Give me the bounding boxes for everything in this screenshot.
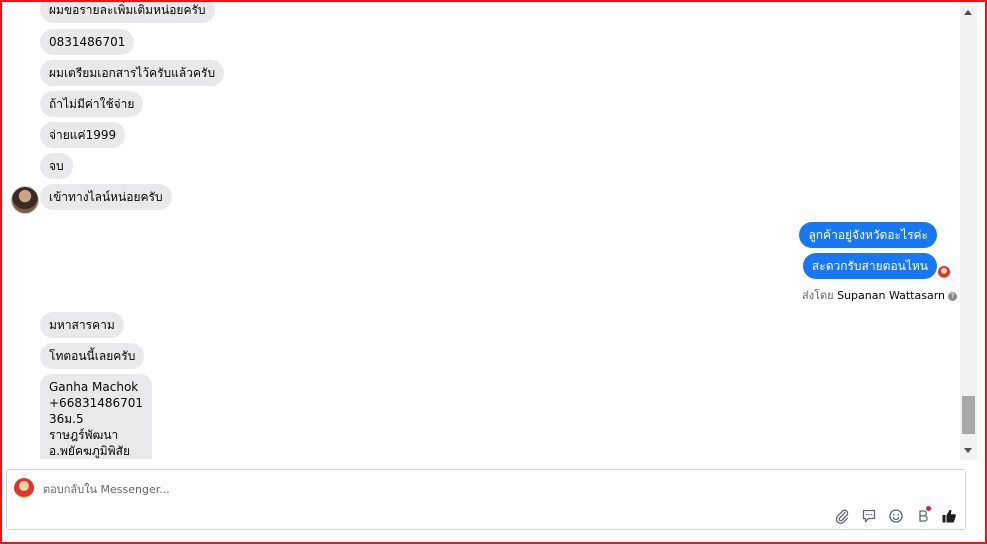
message-incoming: จ่ายแค่1999 [40,122,126,148]
scroll-down-arrow-icon[interactable] [964,448,972,453]
question-icon[interactable]: ? [948,291,958,301]
notification-dot [926,506,931,511]
scroll-thumb[interactable] [962,396,975,434]
paperclip-icon[interactable] [834,508,850,524]
scroll-up-arrow-icon[interactable] [964,10,972,15]
message-address: Ganha Machok +66831486701 36ม.5 ราษฎร์พั… [40,374,153,459]
reply-input[interactable] [43,480,743,498]
page-avatar [14,478,34,498]
message-incoming: ถ้าไม่มีค่าใช้จ่าย [40,91,144,117]
message-thread[interactable]: ผมขอรายละเพิ่มเติมหน่อยครับ 0831486701 ผ… [2,2,960,460]
message-incoming: มหาสารคาม [40,312,124,338]
sent-by-label: ส่งโดย Supanan Wattasarn? [802,286,958,304]
thread-scrollbar[interactable] [960,2,977,460]
message-outgoing: ลูกค้าอยู่จังหวัดอะไรค่ะ [799,222,937,248]
thumbs-up-icon[interactable] [941,508,957,524]
b-icon[interactable] [915,506,931,524]
smiley-icon[interactable] [888,508,904,524]
message-outgoing: สะดวกรับสายตอนไหน [802,253,937,279]
message-incoming: ผมขอรายละเพิ่มเติมหน่อยครับ [40,2,215,23]
message-incoming: ผมเตรียมเอกสารไว้ครับแล้วครับ [40,60,225,86]
message-incoming: จบ [40,153,73,179]
message-incoming: 0831486701 [40,29,135,55]
message-incoming: เข้าทางไลน์หน่อยครับ [40,184,172,210]
chat-bubble-icon[interactable] [861,508,877,524]
reply-composer [6,469,966,530]
message-incoming: โทตอนนี้เลยครับ [40,343,145,369]
sent-by-prefix: ส่งโดย [802,289,834,302]
sent-by-name: Supanan Wattasarn [837,289,946,302]
contact-avatar[interactable] [11,186,39,214]
seen-avatar [938,266,950,278]
